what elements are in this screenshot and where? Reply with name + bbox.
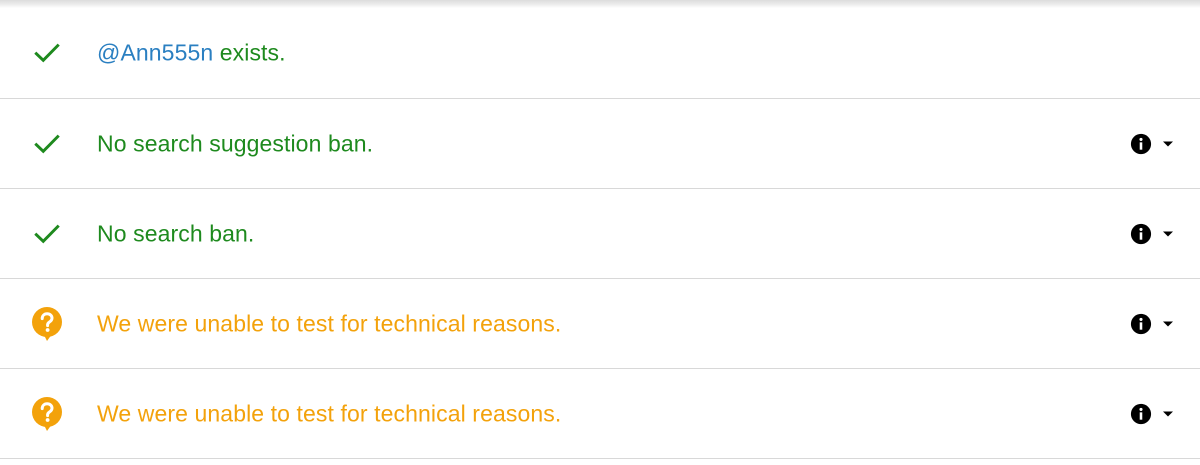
check-icon bbox=[30, 127, 64, 161]
result-row-exists: @Ann555n exists. bbox=[0, 8, 1200, 99]
help-bubble-icon bbox=[30, 306, 64, 341]
info-icon[interactable] bbox=[1130, 403, 1152, 425]
help-bubble-icon bbox=[30, 396, 64, 431]
result-row-ghost-ban: We were unable to test for technical rea… bbox=[0, 279, 1200, 369]
chevron-down-icon[interactable] bbox=[1162, 230, 1174, 238]
result-row-search-ban: No search ban. bbox=[0, 189, 1200, 279]
info-icon[interactable] bbox=[1130, 223, 1152, 245]
result-text: We were unable to test for technical rea… bbox=[97, 400, 562, 426]
chevron-down-icon[interactable] bbox=[1162, 140, 1174, 148]
info-toggle-button[interactable] bbox=[1130, 223, 1174, 245]
chevron-down-icon[interactable] bbox=[1162, 320, 1174, 328]
result-label: @Ann555n exists. bbox=[97, 40, 286, 67]
result-text: We were unable to test for technical rea… bbox=[97, 310, 562, 336]
check-icon bbox=[30, 217, 64, 251]
result-text: No search suggestion ban. bbox=[97, 130, 374, 156]
check-icon bbox=[30, 36, 64, 70]
result-row-reply-deboosting: We were unable to test for technical rea… bbox=[0, 369, 1200, 459]
info-toggle-button[interactable] bbox=[1130, 313, 1174, 335]
result-row-search-suggestion-ban: No search suggestion ban. bbox=[0, 99, 1200, 189]
results-list: @Ann555n exists. No search suggestion ba… bbox=[0, 8, 1200, 459]
result-text: exists. bbox=[213, 39, 286, 66]
info-toggle-button[interactable] bbox=[1130, 403, 1174, 425]
account-handle-link[interactable]: @Ann555n bbox=[97, 40, 213, 66]
info-toggle-button[interactable] bbox=[1130, 133, 1174, 155]
chevron-down-icon[interactable] bbox=[1162, 410, 1174, 418]
info-icon[interactable] bbox=[1130, 313, 1152, 335]
top-shadow bbox=[0, 0, 1200, 8]
result-text: No search ban. bbox=[97, 220, 255, 246]
info-icon[interactable] bbox=[1130, 133, 1152, 155]
